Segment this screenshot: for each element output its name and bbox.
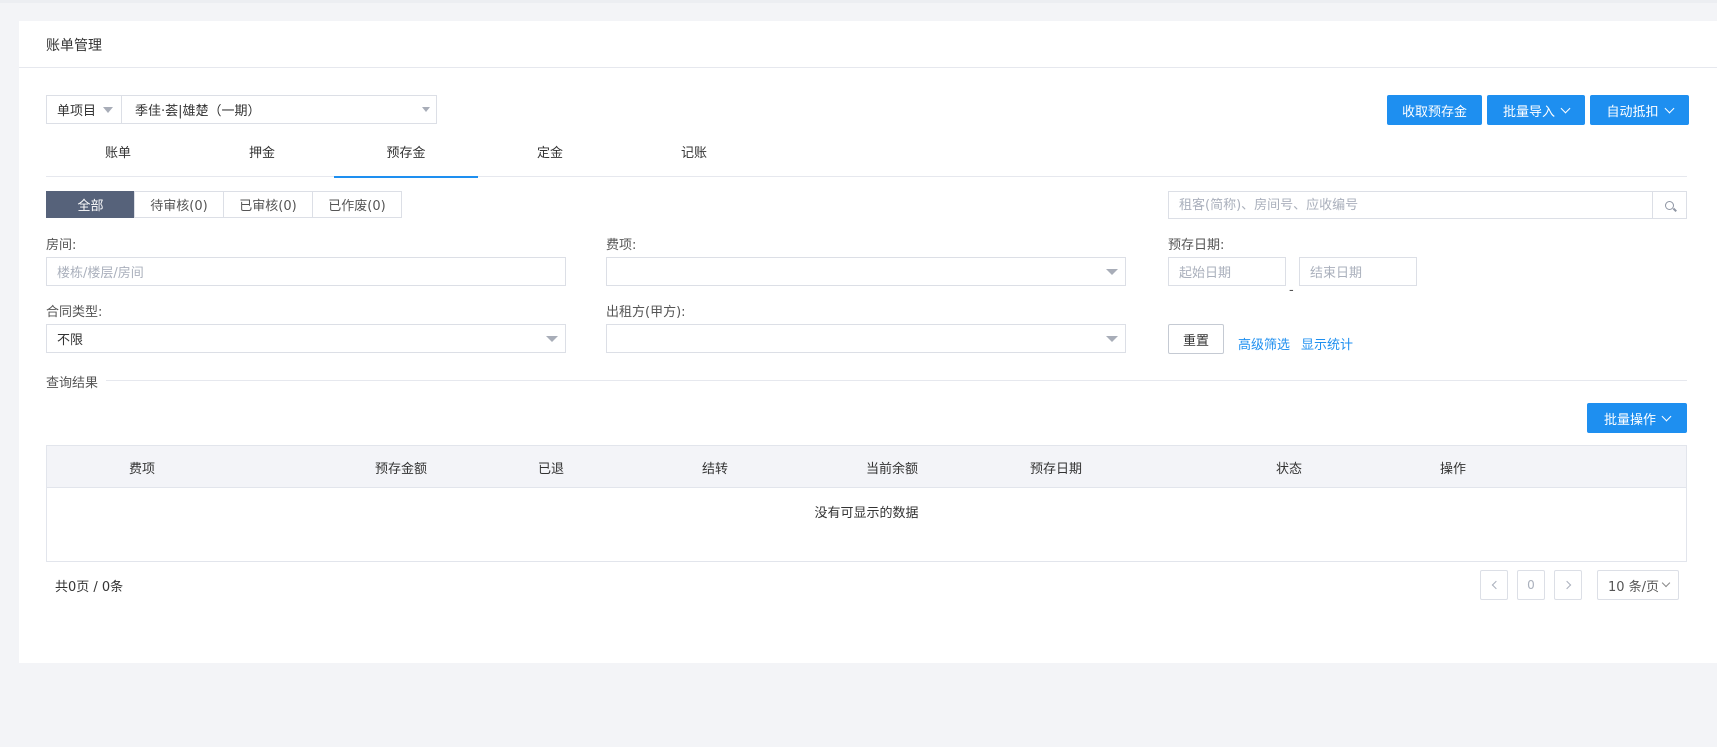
page-number-input[interactable]: 0: [1517, 570, 1545, 600]
project-type-label: 单项目: [57, 104, 97, 119]
tab-bar: 账单 押金 预存金 定金 记账: [46, 141, 1687, 178]
current-page: 0: [1527, 578, 1535, 592]
prev-page-button[interactable]: [1480, 570, 1508, 600]
status-filter-all[interactable]: 全部: [46, 191, 135, 218]
tab-label: 押金: [248, 146, 275, 161]
top-bar: [0, 0, 1717, 3]
pagination-summary: 共0页 / 0条: [55, 580, 124, 595]
batch-import-button[interactable]: 批量导入: [1487, 95, 1585, 125]
advanced-filter-link[interactable]: 高级筛选: [1238, 334, 1290, 353]
col-status: 状态: [1276, 462, 1303, 477]
col-amount: 预存金额: [375, 462, 428, 477]
collect-deposit-button[interactable]: 收取预存金: [1387, 95, 1482, 125]
project-name-select[interactable]: 季佳·荟|雄楚（一期）: [122, 96, 436, 123]
chevron-left-icon: [1491, 580, 1500, 590]
status-filter-void[interactable]: 已作废(0): [312, 191, 402, 218]
room-placeholder: 楼栋/楼层/房间: [57, 266, 144, 281]
room-input[interactable]: 楼栋/楼层/房间: [46, 257, 566, 286]
col-refunded: 已退: [538, 462, 565, 477]
contract-type-label: 合同类型:: [46, 305, 103, 320]
col-actions: 操作: [1440, 462, 1467, 477]
status-filter-group: 全部 待审核(0) 已审核(0) 已作废(0): [46, 191, 402, 218]
col-deposit-date: 预存日期: [1030, 462, 1083, 477]
project-type-select[interactable]: 单项目: [47, 96, 122, 123]
batch-import-label: 批量导入: [1502, 104, 1555, 120]
results-divider: [46, 380, 1687, 381]
search-box: [1168, 191, 1687, 219]
batch-ops-label: 批量操作: [1603, 412, 1656, 428]
col-balance: 当前余额: [866, 462, 919, 477]
status-label: 待审核(0): [150, 199, 208, 214]
contract-type-select[interactable]: 不限: [46, 324, 566, 353]
date-separator: -: [1289, 283, 1294, 298]
search-icon: [1665, 200, 1674, 210]
tab-label: 预存金: [386, 146, 426, 161]
caret-down-icon: [1106, 336, 1118, 342]
results-title: 查询结果: [46, 372, 107, 391]
page-title: 账单管理: [46, 38, 102, 54]
chevron-down-icon: [1661, 411, 1672, 421]
status-filter-approved[interactable]: 已审核(0): [223, 191, 313, 218]
table-header: 费项 预存金额 已退 结转 当前余额 预存日期 状态 操作: [47, 446, 1686, 488]
col-carryover: 结转: [702, 462, 729, 477]
tab-label: 记账: [680, 146, 707, 161]
status-label: 已作废(0): [328, 199, 386, 214]
project-selector: 单项目 季佳·荟|雄楚（一期）: [46, 95, 437, 124]
tab-deposit[interactable]: 押金: [190, 141, 334, 177]
show-stats-link[interactable]: 显示统计: [1301, 334, 1353, 353]
status-filter-pending[interactable]: 待审核(0): [134, 191, 224, 218]
chevron-down-icon: [1560, 103, 1571, 113]
auto-deduct-label: 自动抵扣: [1606, 104, 1659, 120]
fee-select[interactable]: [606, 257, 1126, 286]
tab-prepaid[interactable]: 预存金: [334, 141, 478, 178]
reset-label: 重置: [1182, 333, 1209, 349]
tab-earnest[interactable]: 定金: [478, 141, 622, 177]
status-label: 已审核(0): [239, 199, 297, 214]
tab-label: 定金: [536, 146, 563, 161]
bill-management-panel: 账单管理 单项目 季佳·荟|雄楚（一期） 收取预存金 批量导入 自动抵扣 账单 …: [19, 21, 1717, 663]
col-fee: 费项: [129, 462, 156, 477]
start-date-input[interactable]: 起始日期: [1168, 257, 1286, 286]
title-divider: [19, 67, 1717, 68]
contract-type-value: 不限: [57, 333, 84, 348]
start-date-placeholder: 起始日期: [1179, 266, 1232, 281]
empty-message: 没有可显示的数据: [814, 506, 919, 521]
batch-ops-button[interactable]: 批量操作: [1587, 403, 1687, 433]
search-input[interactable]: [1169, 192, 1652, 218]
tab-bill[interactable]: 账单: [46, 141, 190, 177]
caret-down-icon: [103, 106, 114, 113]
deposit-date-label: 预存日期:: [1168, 238, 1225, 253]
fee-label: 费项:: [606, 238, 637, 253]
search-button[interactable]: [1652, 192, 1686, 218]
reset-button[interactable]: 重置: [1168, 324, 1224, 354]
chevron-down-icon: [1661, 578, 1671, 588]
results-table: 费项 预存金额 已退 结转 当前余额 预存日期 状态 操作 没有可显示的数据: [46, 445, 1687, 562]
next-page-button[interactable]: [1554, 570, 1582, 600]
tab-bookkeeping[interactable]: 记账: [622, 141, 766, 177]
caret-down-icon: [546, 336, 558, 342]
collect-deposit-label: 收取预存金: [1401, 104, 1467, 120]
page-size-label: 10 条/页: [1608, 579, 1660, 595]
project-name-label: 季佳·荟|雄楚（一期）: [135, 104, 261, 119]
chevron-right-icon: [1562, 580, 1571, 590]
lessor-select[interactable]: [606, 324, 1126, 353]
page-size-select[interactable]: 10 条/页: [1597, 570, 1679, 600]
tab-label: 账单: [104, 146, 131, 161]
room-label: 房间:: [46, 238, 77, 253]
end-date-placeholder: 结束日期: [1310, 266, 1363, 281]
caret-down-icon: [1106, 269, 1118, 275]
auto-deduct-button[interactable]: 自动抵扣: [1590, 95, 1689, 125]
lessor-label: 出租方(甲方):: [606, 305, 686, 320]
end-date-input[interactable]: 结束日期: [1299, 257, 1417, 286]
caret-down-icon: [422, 107, 430, 112]
status-label: 全部: [77, 199, 104, 214]
chevron-down-icon: [1664, 103, 1674, 113]
